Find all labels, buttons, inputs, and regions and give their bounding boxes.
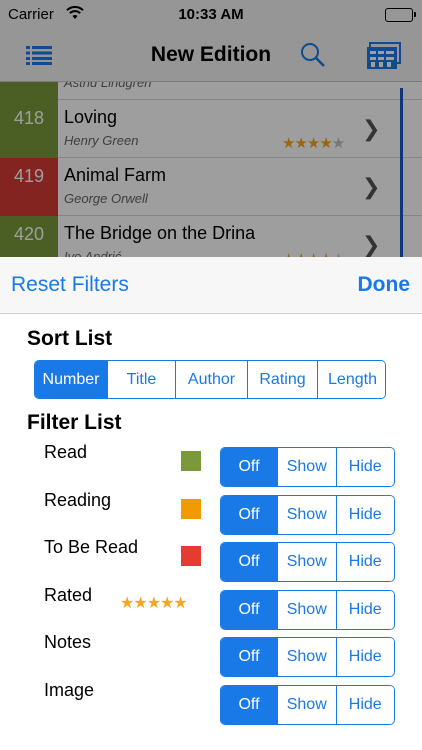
filter-option-show[interactable]: Show <box>277 685 336 724</box>
filter-option-hide[interactable]: Hide <box>335 685 394 724</box>
filter-label: Read <box>44 442 88 462</box>
sort-option-number[interactable]: Number <box>35 361 107 398</box>
filter-label: Image <box>44 679 95 700</box>
filter-option-show[interactable]: Show <box>277 543 336 581</box>
filter-segmented-control: Off Show Hide <box>220 494 395 535</box>
status-color-swatch <box>181 498 201 519</box>
filter-option-hide[interactable]: Hide <box>335 448 394 486</box>
filter-row-read: Read Off Show Hide <box>0 442 422 487</box>
filter-option-hide[interactable]: Hide <box>335 590 394 629</box>
sort-list-heading: Sort List <box>27 327 113 350</box>
filter-row-rated: Rated ★★★★★ Off Show Hide <box>0 585 422 630</box>
sort-segmented-control: Number Title Author Rating Length <box>34 360 386 399</box>
reset-filters-button[interactable]: Reset Filters <box>11 273 129 297</box>
filter-option-hide[interactable]: Hide <box>335 638 394 676</box>
filter-label: Reading <box>44 489 112 510</box>
filter-option-off[interactable]: Off <box>221 590 277 629</box>
filter-option-show[interactable]: Show <box>277 495 336 534</box>
filter-option-show[interactable]: Show <box>277 590 336 629</box>
status-color-swatch <box>181 546 201 566</box>
filter-segmented-control: Off Show Hide <box>220 684 395 725</box>
filter-option-show[interactable]: Show <box>277 638 336 676</box>
status-color-swatch <box>181 451 201 471</box>
sheet-header: Reset Filters Done <box>0 257 422 314</box>
filter-sheet: Reset Filters Done Sort List Number Title… <box>0 257 422 750</box>
filter-option-off[interactable]: Off <box>221 543 277 581</box>
filter-row-image: Image Off Show Hide <box>0 680 422 725</box>
filter-list-heading: Filter List <box>27 411 122 434</box>
filter-segmented-control: Off Show Hide <box>220 447 395 487</box>
filter-label: To Be Read <box>44 537 139 557</box>
filter-label: Notes <box>44 632 92 652</box>
filter-option-off[interactable]: Off <box>221 495 277 534</box>
filter-option-show[interactable]: Show <box>277 448 336 486</box>
filter-option-off[interactable]: Off <box>221 448 277 486</box>
filter-segmented-control: Off Show Hide <box>220 589 395 630</box>
filter-segmented-control: Off Show Hide <box>220 637 395 677</box>
filter-option-off[interactable]: Off <box>221 685 277 724</box>
filter-row-to-be-read: To Be Read Off Show Hide <box>0 537 422 582</box>
dim-overlay[interactable] <box>0 0 422 257</box>
filter-row-notes: Notes Off Show Hide <box>0 632 422 677</box>
sort-option-author[interactable]: Author <box>175 361 247 398</box>
filter-option-hide[interactable]: Hide <box>335 495 394 534</box>
filter-label: Rated <box>44 584 93 605</box>
rating-stars-icon: ★★★★★ <box>120 594 188 612</box>
done-button[interactable]: Done <box>358 273 411 297</box>
filter-option-off[interactable]: Off <box>221 638 277 676</box>
filter-segmented-control: Off Show Hide <box>220 542 395 582</box>
filter-option-hide[interactable]: Hide <box>335 543 394 581</box>
sort-option-rating[interactable]: Rating <box>247 361 317 398</box>
sort-option-title[interactable]: Title <box>107 361 175 398</box>
sort-option-length[interactable]: Length <box>317 361 385 398</box>
filter-row-reading: Reading Off Show Hide <box>0 490 422 535</box>
